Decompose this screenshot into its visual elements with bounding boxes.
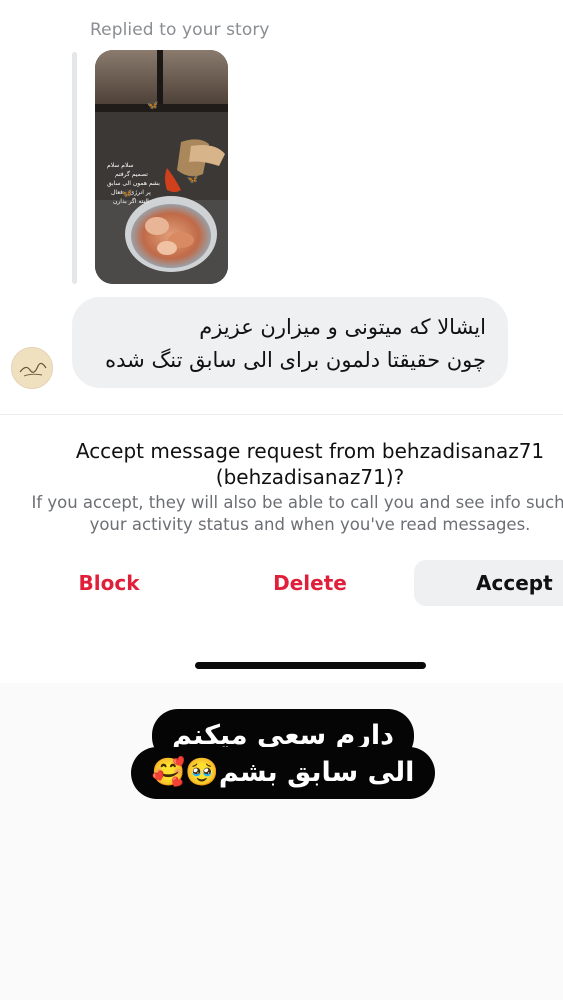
block-button[interactable]: Block bbox=[56, 560, 162, 606]
request-title-line: (behzadisanaz71)? bbox=[215, 465, 405, 489]
story-overlay-line: بشم همون الی سابق bbox=[107, 180, 160, 187]
request-info-line: your activity status and when you've rea… bbox=[89, 515, 531, 534]
replied-to-story-label: Replied to your story bbox=[90, 20, 270, 40]
story-overlay-line: تصمیم گرفتم bbox=[115, 170, 148, 178]
butterfly-sticker: 🦋 bbox=[147, 100, 158, 111]
story-thumbnail[interactable]: سلام سلام تصمیم گرفتم بشم همون الی سابق … bbox=[95, 50, 228, 284]
reply-indicator-bar bbox=[72, 52, 77, 284]
avatar-signature-image bbox=[13, 349, 52, 388]
sender-avatar[interactable] bbox=[11, 347, 53, 389]
caption-line: الی سابق بشم🥹🥰 bbox=[131, 747, 435, 799]
dm-request-screen: Replied to your story سلام سلام تصمیم گر… bbox=[0, 0, 563, 683]
story-overlay-line: سلام سلام bbox=[107, 162, 134, 169]
request-info: If you accept, they will also be able to… bbox=[0, 492, 563, 536]
section-divider bbox=[0, 414, 563, 415]
home-indicator[interactable] bbox=[195, 662, 426, 669]
message-bubble[interactable]: ایشالا که میتونی و میزارن عزیزم چون حقیق… bbox=[72, 297, 508, 388]
request-title-line: Accept message request from behzadisanaz… bbox=[75, 439, 545, 463]
message-line: ایشالا که میتونی و میزارن عزیزم bbox=[199, 315, 486, 339]
accept-button[interactable]: Accept bbox=[414, 560, 563, 606]
butterfly-sticker: 🦋 bbox=[187, 174, 198, 185]
request-title: Accept message request from behzadisanaz… bbox=[0, 438, 563, 490]
message-line: چون حقیقتا دلمون برای الی سابق تنگ شده bbox=[105, 348, 486, 372]
request-info-line: If you accept, they will also be able to… bbox=[31, 493, 563, 512]
delete-button[interactable]: Delete bbox=[255, 560, 365, 606]
butterfly-sticker: 🦋 bbox=[121, 188, 132, 199]
story-image: سلام سلام تصمیم گرفتم بشم همون الی سابق … bbox=[95, 50, 228, 284]
